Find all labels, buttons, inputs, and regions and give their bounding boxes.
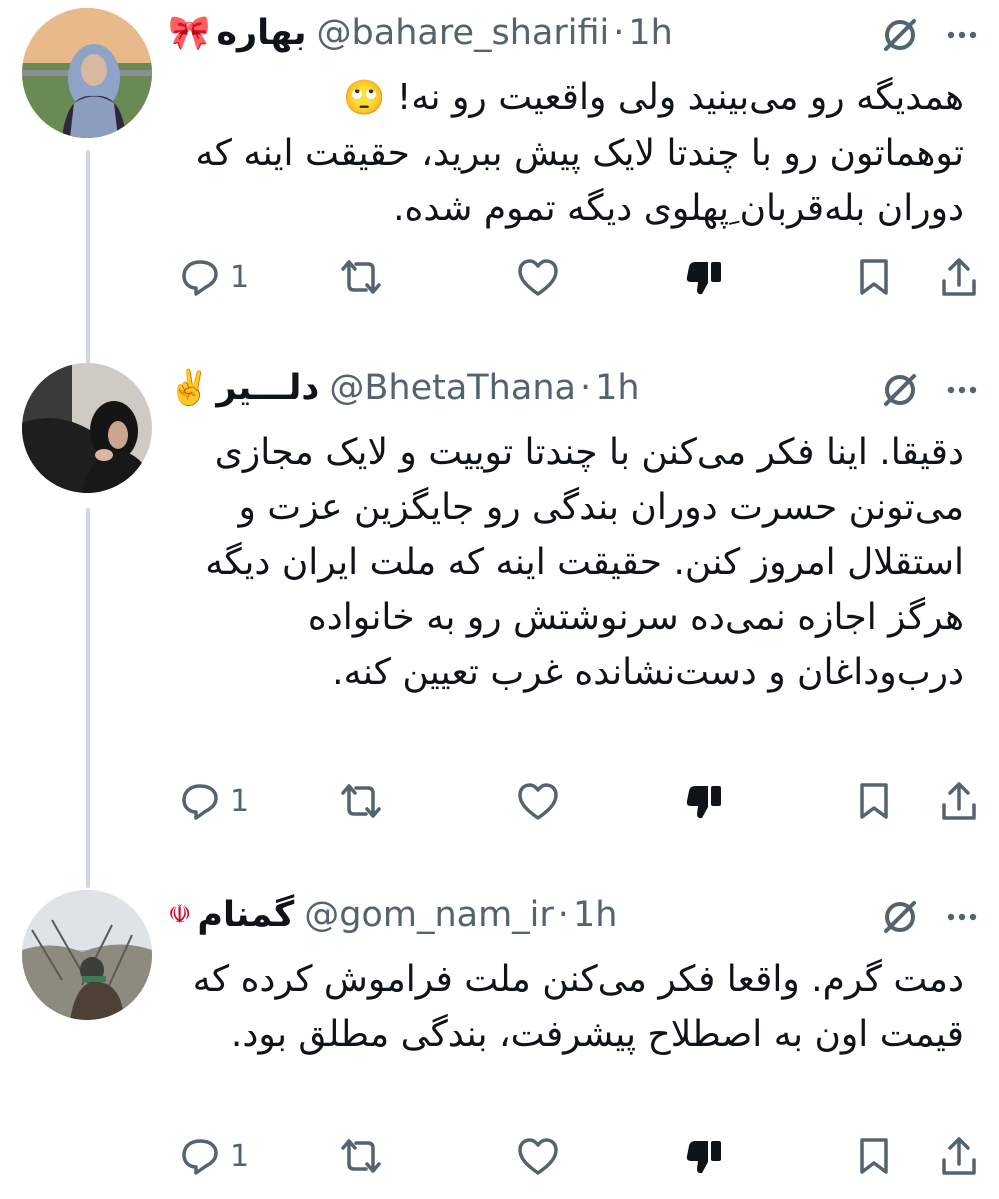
timestamp[interactable]: 1h <box>595 368 639 408</box>
dislike-button[interactable] <box>684 257 724 297</box>
action-bar: 1 <box>168 1136 978 1180</box>
share-button[interactable] <box>940 257 978 299</box>
dislike-button[interactable] <box>684 1136 724 1176</box>
tweet-text-rest: توهماتون رو با چندتا لایک پیش ببرید، حقی… <box>195 133 964 229</box>
reply-icon <box>182 260 218 296</box>
reply-count: 1 <box>230 259 250 295</box>
separator-dot: · <box>557 895 569 935</box>
bookmark-icon <box>860 1138 888 1174</box>
reply-count: 1 <box>230 1138 250 1174</box>
retweet-button[interactable] <box>340 1136 382 1176</box>
bookmark-button[interactable] <box>856 1136 892 1176</box>
retweet-icon <box>341 1139 381 1173</box>
dislike-icon <box>686 1141 721 1174</box>
retweet-icon <box>341 260 381 294</box>
reply-icon <box>182 1139 218 1175</box>
dislike-icon <box>686 262 721 295</box>
share-icon <box>942 1137 976 1175</box>
timestamp[interactable]: 1h <box>573 895 617 935</box>
grok-icon[interactable] <box>879 896 921 938</box>
tweet-header: ✌️ دلـــیر @BhetaThana · 1h <box>168 363 640 413</box>
share-button[interactable] <box>940 1136 978 1178</box>
reply-button[interactable]: 1 <box>180 781 249 821</box>
tweet[interactable]: ✌️ دلـــیر @BhetaThana · 1h دقیقا. اینا … <box>0 363 999 843</box>
tweet-text-line: همدیگه رو می‌بینید ولی واقعیت رو نه! <box>396 77 964 118</box>
rolling-eyes-emoji: 🙄 <box>343 78 386 118</box>
like-icon <box>518 1138 558 1175</box>
timestamp[interactable]: 1h <box>628 13 672 53</box>
retweet-button[interactable] <box>340 781 382 821</box>
avatar[interactable] <box>22 890 152 1020</box>
handle[interactable]: @bahare_sharifii <box>317 13 610 53</box>
grok-icon[interactable] <box>879 14 921 56</box>
reply-icon <box>182 784 218 820</box>
name-emoji: ✌️ <box>168 368 211 408</box>
tweet[interactable]: ☫ گمنام @gom_nam_ir · 1h دمت گرم. واقعا … <box>0 890 999 1190</box>
display-name[interactable]: گمنام <box>197 895 294 935</box>
reply-count: 1 <box>230 783 250 819</box>
dislike-icon <box>686 786 721 819</box>
dislike-button[interactable] <box>684 781 724 821</box>
more-icon[interactable] <box>947 385 977 395</box>
name-emoji: 🎀 <box>168 13 211 53</box>
display-name[interactable]: دلـــیر <box>216 368 319 408</box>
like-button[interactable] <box>516 781 560 821</box>
more-icon[interactable] <box>947 912 977 922</box>
share-button[interactable] <box>940 781 978 823</box>
like-button[interactable] <box>516 257 560 297</box>
grok-icon[interactable] <box>879 369 921 411</box>
share-icon <box>942 258 976 296</box>
like-icon <box>518 783 558 820</box>
share-icon <box>942 782 976 820</box>
tweet-text: دمت گرم. واقعا فکر می‌کنن ملت فراموش کرد… <box>192 959 964 1055</box>
retweet-icon <box>341 784 381 818</box>
bookmark-button[interactable] <box>856 257 892 297</box>
iran-emblem: ☫ <box>168 900 192 930</box>
like-icon <box>518 259 558 296</box>
handle[interactable]: @gom_nam_ir <box>304 895 554 935</box>
tweet-header: 🎀 بهاره @bahare_sharifii · 1h <box>168 8 673 58</box>
bookmark-button[interactable] <box>856 781 892 821</box>
avatar[interactable] <box>22 363 152 493</box>
action-bar: 1 <box>168 257 978 301</box>
bookmark-icon <box>860 259 888 295</box>
like-button[interactable] <box>516 1136 560 1176</box>
more-icon[interactable] <box>947 30 977 40</box>
handle[interactable]: @BhetaThana <box>329 368 576 408</box>
tweet-text: دقیقا. اینا فکر می‌کنن با چندتا توییت و … <box>205 432 964 693</box>
action-bar: 1 <box>168 781 978 825</box>
display-name[interactable]: بهاره <box>216 13 306 53</box>
bookmark-icon <box>860 783 888 819</box>
separator-dot: · <box>613 13 625 53</box>
tweet-text: همدیگه رو می‌بینید ولی واقعیت رو نه! 🙄 تو… <box>168 70 964 236</box>
avatar[interactable] <box>22 8 152 138</box>
reply-button[interactable]: 1 <box>180 1136 249 1176</box>
separator-dot: · <box>579 368 592 408</box>
tweet[interactable]: 🎀 بهاره @bahare_sharifii · 1h همدیگه رو … <box>0 8 999 308</box>
tweet-header: ☫ گمنام @gom_nam_ir · 1h <box>168 890 617 940</box>
retweet-button[interactable] <box>340 257 382 297</box>
reply-button[interactable]: 1 <box>180 257 249 297</box>
